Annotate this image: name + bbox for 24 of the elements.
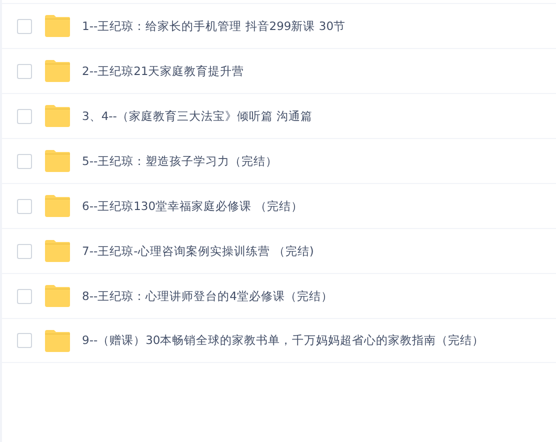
folder-name[interactable]: 5--王纪琼：塑造孩子学习力（完结） (82, 154, 278, 168)
folder-icon (44, 240, 71, 262)
checkbox[interactable] (17, 18, 32, 34)
checkbox[interactable] (17, 333, 32, 348)
folder-name[interactable]: 1--王纪琼：给家长的手机管理 抖音299新课 30节 (82, 18, 346, 34)
folder-name[interactable]: 7--王纪琼-心理咨询案例实操训练营 （完结) (82, 244, 314, 258)
folder-name[interactable]: 8--王纪琼：心理讲师登台的4堂必修课（完结） (82, 288, 333, 304)
folder-icon (44, 60, 71, 82)
checkbox[interactable] (17, 64, 32, 78)
folder-icon (44, 195, 71, 217)
folder-icon (44, 330, 71, 352)
checkbox[interactable] (17, 244, 32, 258)
checkbox[interactable] (17, 154, 32, 168)
folder-icon (44, 105, 71, 127)
folder-name[interactable]: 9--（赠课）30本畅销全球的家教书单，千万妈妈超省心的家教指南（完结） (82, 333, 484, 348)
folder-icon (44, 285, 71, 307)
folder-name[interactable]: 3、4--（家庭教育三大法宝》倾听篇 沟通篇 (82, 108, 313, 124)
folder-name[interactable]: 6--王纪琼130堂幸福家庭必修课 （完结） (82, 198, 304, 214)
checkbox[interactable] (17, 198, 32, 214)
folder-icon (44, 150, 71, 172)
folder-name[interactable]: 2--王纪琼21天家庭教育提升营 (82, 64, 244, 78)
checkbox[interactable] (17, 288, 32, 304)
folder-icon (44, 15, 71, 37)
checkbox[interactable] (17, 108, 32, 124)
